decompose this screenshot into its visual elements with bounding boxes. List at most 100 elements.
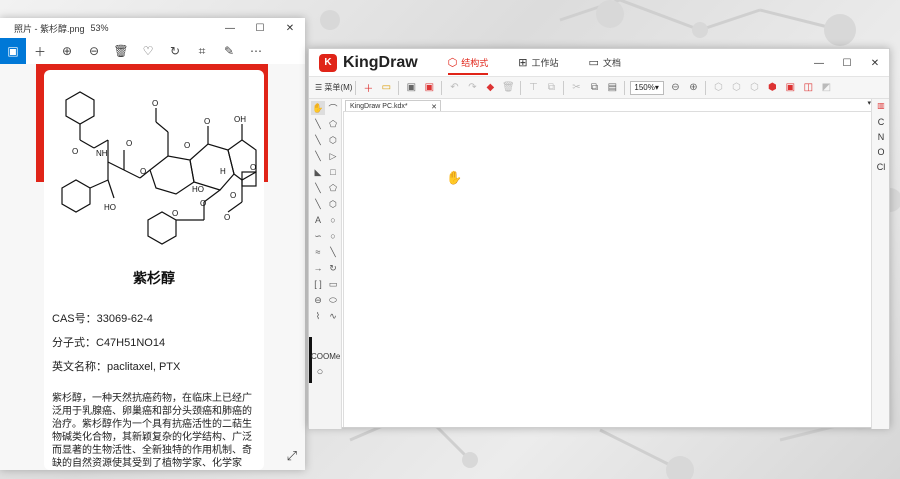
ellipse-icon[interactable]: ⬭ — [326, 293, 340, 307]
save-icon[interactable]: ▣ — [402, 79, 420, 97]
hexagon-ring-icon[interactable]: ⬡ — [326, 197, 340, 211]
export-icon[interactable]: ◫ — [799, 79, 817, 97]
maximize-button[interactable]: ☐ — [833, 49, 861, 77]
kingdraw-window: K KingDraw ⬡ 结构式 ⊞ 工作站 ▭ 文档 — ☐ ✕ ☰ 菜单(M… — [308, 48, 890, 429]
expand-icon[interactable]: ⤢ — [287, 448, 297, 464]
curve-tool-icon[interactable]: ≈ — [311, 245, 325, 259]
drawing-canvas[interactable]: ✋ — [343, 111, 871, 427]
zoom-select[interactable]: 150% ▾ — [630, 80, 665, 95]
chain-tool-icon[interactable]: ∽ — [311, 229, 325, 243]
tab-structure[interactable]: ⬡ 结构式 — [447, 49, 489, 77]
element-c[interactable]: C — [872, 117, 890, 127]
hash-bond-icon[interactable]: ╲ — [311, 181, 325, 195]
favorite-icon[interactable]: ♡ — [135, 38, 161, 64]
hexagon-icon: ⬡ — [447, 57, 458, 69]
hand-tool-icon[interactable]: ✋ — [311, 101, 325, 115]
wave-icon[interactable]: ∿ — [326, 309, 340, 323]
text-tool-icon[interactable]: A — [311, 213, 325, 227]
minimize-button[interactable]: — — [805, 49, 833, 77]
ring-tool-3-icon[interactable]: ⬡ — [745, 79, 763, 97]
share-icon[interactable]: ◩ — [817, 79, 835, 97]
paste-icon[interactable]: ▤ — [603, 79, 621, 97]
element-cl[interactable]: Cl — [872, 162, 890, 172]
kingdraw-logo-icon: K — [319, 53, 337, 72]
align-icon[interactable]: ⊤ — [524, 79, 542, 97]
zoom-out-icon[interactable]: ⊖ — [666, 79, 684, 97]
crop-icon[interactable]: ⌗ — [189, 38, 215, 64]
bracket-tool-icon[interactable]: [ ] — [311, 277, 325, 291]
menu-button[interactable]: ☰ 菜单(M) — [315, 82, 352, 93]
atom-label: H — [220, 167, 226, 176]
redo-icon[interactable]: ↷ — [463, 79, 481, 97]
template-icon[interactable]: ⬢ — [763, 79, 781, 97]
ocr-icon[interactable]: ▣ — [781, 79, 799, 97]
eraser-icon[interactable]: ◆ — [481, 79, 499, 97]
undo-icon[interactable]: ↶ — [445, 79, 463, 97]
minimize-button[interactable]: — — [215, 18, 245, 38]
kingdraw-toolbar: ☰ 菜单(M) ＋ ▭ ▣ ▣ ↶ ↷ ◆ 🗑 ⊤ ⧉ ✂ ⧉ ▤ 150% ▾… — [309, 77, 889, 99]
benzene-icon[interactable]: ⌇ — [311, 309, 325, 323]
tab-workstation[interactable]: ⊞ 工作站 — [518, 49, 558, 77]
close-button[interactable]: ✕ — [861, 49, 889, 77]
more-icon[interactable]: ⋯ — [243, 38, 269, 64]
circle-tool-icon[interactable]: ○ — [313, 365, 327, 379]
charge-tool-icon[interactable]: ⊖ — [311, 293, 325, 307]
periodic-table-icon[interactable]: ▥ — [874, 101, 888, 111]
rotate-arrow-icon[interactable]: ↻ — [326, 261, 340, 275]
maximize-button[interactable]: ☐ — [245, 18, 275, 38]
wedge-bond-icon[interactable]: ◣ — [311, 165, 325, 179]
close-button[interactable]: ✕ — [275, 18, 305, 38]
triple-bond-icon[interactable]: ╲ — [311, 149, 325, 163]
tab-documents[interactable]: ▭ 文档 — [589, 49, 621, 77]
lasso-icon[interactable]: ⌒ — [326, 101, 340, 115]
compound-name: 紫杉醇 — [133, 270, 175, 286]
triangle-icon[interactable]: ▷ — [326, 149, 340, 163]
atom-label: O — [126, 139, 132, 148]
delete-icon[interactable]: 🗑 — [108, 38, 134, 64]
close-tab-icon[interactable]: ✕ — [431, 103, 437, 111]
zoom-in-icon[interactable]: ⊕ — [54, 38, 80, 64]
coome-template[interactable]: COOMe — [311, 352, 340, 361]
double-bond-icon[interactable]: ╲ — [311, 133, 325, 147]
heptagon-icon[interactable]: ○ — [326, 213, 340, 227]
photos-title: 照片 - 紫杉醇.png — [14, 23, 85, 34]
atom-label: O — [224, 213, 230, 222]
single-bond-icon[interactable]: ╲ — [311, 117, 325, 131]
paclitaxel-structure: O NH O O HO O O OH O H O HO O O O O — [61, 91, 257, 245]
pentagon-ring-icon[interactable]: ⬠ — [326, 181, 340, 195]
photo-viewer: O NH O O HO O O OH O H O HO O O O O 紫杉醇 … — [0, 64, 305, 470]
open-folder-icon[interactable]: ▭ — [377, 79, 395, 97]
wavy-bond-icon[interactable]: ╲ — [311, 197, 325, 211]
flip-icon[interactable]: ⧉ — [542, 79, 560, 97]
atom-label: HO — [192, 185, 204, 194]
atom-label: O — [72, 147, 78, 156]
save-as-icon[interactable]: ▣ — [420, 79, 438, 97]
element-n[interactable]: N — [872, 132, 890, 142]
ring-tool-icon[interactable]: ⬡ — [709, 79, 727, 97]
cut-icon[interactable]: ✂ — [567, 79, 585, 97]
new-file-icon[interactable]: ＋ — [359, 79, 377, 97]
hexagon-icon[interactable]: ⬡ — [326, 133, 340, 147]
document-tab-label: KingDraw PC.kdx* — [350, 103, 408, 110]
trash-icon[interactable]: 🗑 — [499, 79, 517, 97]
square-icon[interactable]: □ — [326, 165, 340, 179]
save-icon[interactable]: ▣ — [0, 38, 26, 64]
ring-tool-2-icon[interactable]: ⬡ — [727, 79, 745, 97]
zoom-in-icon[interactable]: ⊕ — [684, 79, 702, 97]
arrow-tool-icon[interactable]: → — [311, 261, 325, 275]
element-o[interactable]: O — [872, 147, 890, 157]
compound-description: 紫杉醇，一种天然抗癌药物，在临床上已经广泛用于乳腺癌、卵巢癌和部分头颈癌和肺癌的… — [52, 393, 252, 469]
copy-icon[interactable]: ⧉ — [585, 79, 603, 97]
atom-label: O — [140, 167, 146, 176]
line-tool-icon[interactable]: ╲ — [326, 245, 340, 259]
rotate-icon[interactable]: ↻ — [162, 38, 188, 64]
zoom-out-icon[interactable]: ⊖ — [81, 38, 107, 64]
element-panel: ▥ C N O Cl — [871, 99, 889, 429]
tab-label: 结构式 — [461, 58, 489, 68]
octagon-icon[interactable]: ○ — [326, 229, 340, 243]
atom-label: O — [172, 209, 178, 218]
pentagon-icon[interactable]: ⬠ — [326, 117, 340, 131]
rectangle-icon[interactable]: ▭ — [326, 277, 340, 291]
add-icon[interactable]: ＋ — [27, 38, 53, 64]
edit-icon[interactable]: ✎ — [216, 38, 242, 64]
